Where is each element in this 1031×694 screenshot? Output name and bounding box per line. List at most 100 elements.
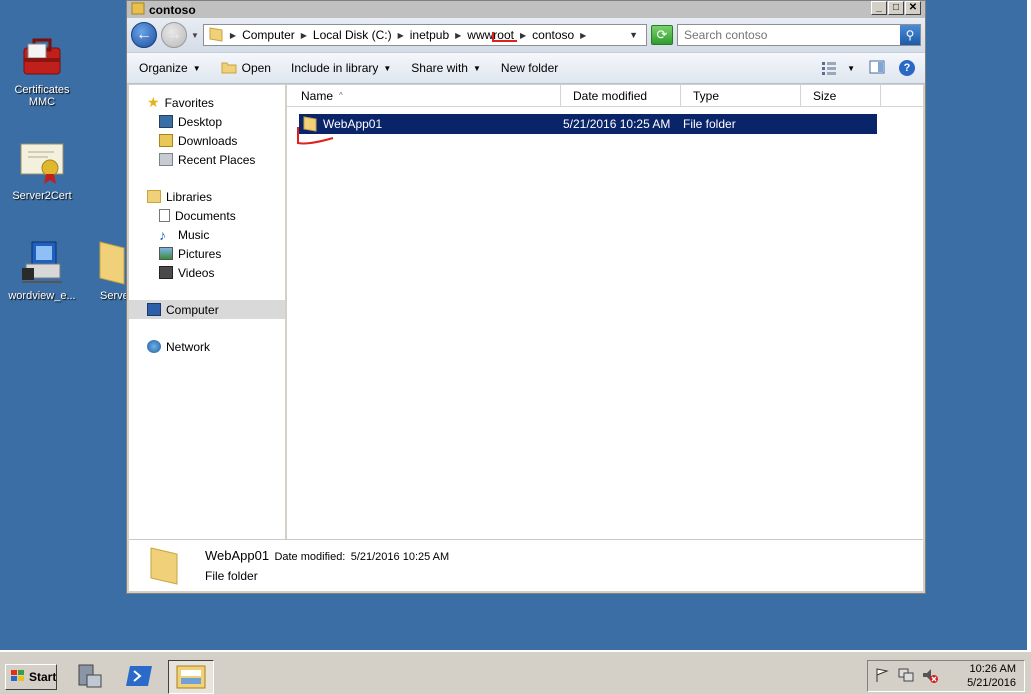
chevron-down-icon[interactable]: ▶ — [230, 31, 236, 40]
minimize-button[interactable]: _ — [871, 1, 887, 15]
recent-places-icon — [159, 153, 173, 166]
server-manager-icon — [75, 661, 105, 694]
search-input[interactable] — [678, 28, 900, 42]
desktop-icon-label: Server2Cert — [12, 190, 72, 202]
organize-menu[interactable]: Organize ▼ — [139, 61, 201, 75]
open-button[interactable]: Open — [221, 60, 271, 77]
column-header-date-modified[interactable]: Date modified — [561, 85, 681, 106]
taskbar-explorer[interactable] — [168, 660, 214, 694]
window-title: contoso — [149, 2, 196, 17]
nav-libraries[interactable]: Libraries — [129, 187, 285, 206]
column-headers: Name ^ Date modified Type Size — [287, 85, 923, 107]
explorer-body: ★ Favorites Desktop Downloads Recent Pla… — [129, 85, 923, 539]
search-icon: ⚲ — [905, 28, 915, 42]
network-tray-icon[interactable] — [898, 667, 914, 686]
chevron-right-icon[interactable]: ▶ — [301, 31, 307, 40]
details-text: WebApp01 Date modified: 5/21/2016 10:25 … — [205, 546, 449, 586]
back-button[interactable]: ← — [131, 22, 157, 48]
command-bar: Organize ▼ Open Include in library ▼ Sha… — [127, 52, 925, 84]
red-annotation-mark — [491, 32, 517, 42]
folder-icon — [149, 546, 181, 586]
windows-logo-icon — [10, 669, 26, 686]
column-header-size[interactable]: Size — [801, 85, 881, 106]
navigation-pane: ★ Favorites Desktop Downloads Recent Pla… — [129, 85, 287, 539]
explorer-window: contoso _ □ ✕ ← → ▼ ▶ Computer ▶ Local D… — [126, 0, 926, 594]
search-box[interactable]: ⚲ — [677, 24, 921, 46]
include-in-library-menu[interactable]: Include in library ▼ — [291, 61, 391, 75]
chevron-right-icon[interactable]: ▶ — [580, 31, 586, 40]
title-bar[interactable]: contoso _ □ ✕ — [127, 1, 925, 18]
desktop-icon-serve[interactable]: Serve — [80, 238, 126, 302]
volume-muted-icon[interactable] — [922, 667, 938, 686]
help-icon[interactable]: ? — [899, 60, 915, 76]
details-pane: WebApp01 Date modified: 5/21/2016 10:25 … — [129, 539, 923, 591]
folder-open-icon — [221, 60, 237, 77]
nav-desktop[interactable]: Desktop — [129, 112, 285, 131]
nav-favorites[interactable]: ★ Favorites — [129, 93, 285, 112]
clock-time: 10:26 AM — [969, 663, 1016, 675]
details-date-label: Date modified: — [274, 550, 346, 563]
star-icon: ★ — [147, 94, 160, 110]
nav-pictures[interactable]: Pictures — [129, 244, 285, 263]
music-icon: ♪ — [159, 226, 166, 243]
breadcrumb-inetpub[interactable]: inetpub — [410, 28, 449, 42]
address-history-dropdown[interactable]: ▼ — [629, 30, 638, 40]
start-button[interactable]: Start — [5, 664, 57, 690]
preview-pane-icon[interactable] — [869, 60, 885, 77]
explorer-icon — [175, 662, 207, 693]
pictures-icon — [159, 247, 173, 260]
chevron-down-icon: ▼ — [192, 63, 201, 73]
nav-network[interactable]: Network — [129, 337, 285, 356]
taskbar-server-manager[interactable] — [70, 660, 110, 694]
network-icon — [147, 340, 161, 353]
recent-pages-dropdown[interactable]: ▼ — [191, 31, 199, 40]
forward-button[interactable]: → — [161, 22, 187, 48]
taskbar-powershell[interactable] — [120, 660, 160, 694]
desktop-icon-wordview[interactable]: wordview_e... — [2, 238, 82, 302]
view-options-icon[interactable]: ▼ — [821, 61, 855, 75]
flag-icon[interactable] — [874, 667, 890, 686]
installer-icon — [18, 238, 66, 286]
desktop-icon-label: wordview_e... — [8, 290, 76, 302]
breadcrumb-computer[interactable]: Computer — [242, 28, 295, 42]
nav-recent-places[interactable]: Recent Places — [129, 150, 285, 169]
toolbox-icon — [18, 32, 66, 80]
details-date-value: 5/21/2016 10:25 AM — [350, 550, 450, 563]
chevron-right-icon[interactable]: ▶ — [398, 31, 404, 40]
new-folder-button[interactable]: New folder — [501, 61, 558, 75]
desktop-icon-certificates-mmc[interactable]: Certificates MMC — [2, 32, 82, 108]
file-date-modified: 5/21/2016 10:25 AM — [563, 117, 671, 131]
search-button[interactable]: ⚲ — [900, 25, 920, 45]
address-row: ← → ▼ ▶ Computer ▶ Local Disk (C:) ▶ ine… — [127, 18, 925, 52]
table-row[interactable]: WebApp01 5/21/2016 10:25 AM File folder — [299, 114, 877, 134]
refresh-button[interactable]: ⟳ — [651, 25, 673, 45]
close-button[interactable]: ✕ — [905, 1, 921, 15]
nav-videos[interactable]: Videos — [129, 263, 285, 282]
details-type: File folder — [205, 568, 258, 583]
clock[interactable]: 10:26 AM 5/21/2016 — [967, 662, 1016, 690]
chevron-right-icon[interactable]: ▶ — [455, 31, 461, 40]
file-type: File folder — [683, 117, 736, 131]
address-bar[interactable]: ▶ Computer ▶ Local Disk (C:) ▶ inetpub ▶… — [202, 24, 647, 46]
documents-icon — [159, 209, 170, 222]
nav-downloads[interactable]: Downloads — [129, 131, 285, 150]
column-header-name[interactable]: Name ^ — [289, 85, 561, 106]
nav-music[interactable]: ♪ Music — [129, 225, 285, 244]
folder-icon — [131, 1, 145, 18]
system-tray: 10:26 AM 5/21/2016 — [867, 660, 1025, 692]
breadcrumb-contoso[interactable]: contoso — [532, 28, 574, 42]
chevron-down-icon: ▼ — [472, 63, 481, 73]
desktop-icon-server2cert[interactable]: Server2Cert — [2, 138, 82, 202]
nav-documents[interactable]: Documents — [129, 206, 285, 225]
share-with-menu[interactable]: Share with ▼ — [411, 61, 481, 75]
desktop-edge — [1027, 0, 1031, 650]
breadcrumb-local-disk[interactable]: Local Disk (C:) — [313, 28, 392, 42]
maximize-button[interactable]: □ — [888, 1, 904, 15]
arrow-right-icon: → — [166, 26, 182, 43]
powershell-icon — [126, 664, 154, 691]
column-header-type[interactable]: Type — [681, 85, 801, 106]
folder-icon — [98, 238, 126, 286]
file-list[interactable]: Name ^ Date modified Type Size WebApp01 — [287, 85, 923, 539]
nav-computer[interactable]: Computer — [129, 300, 285, 319]
desktop-icon-label: Serve — [100, 290, 126, 302]
